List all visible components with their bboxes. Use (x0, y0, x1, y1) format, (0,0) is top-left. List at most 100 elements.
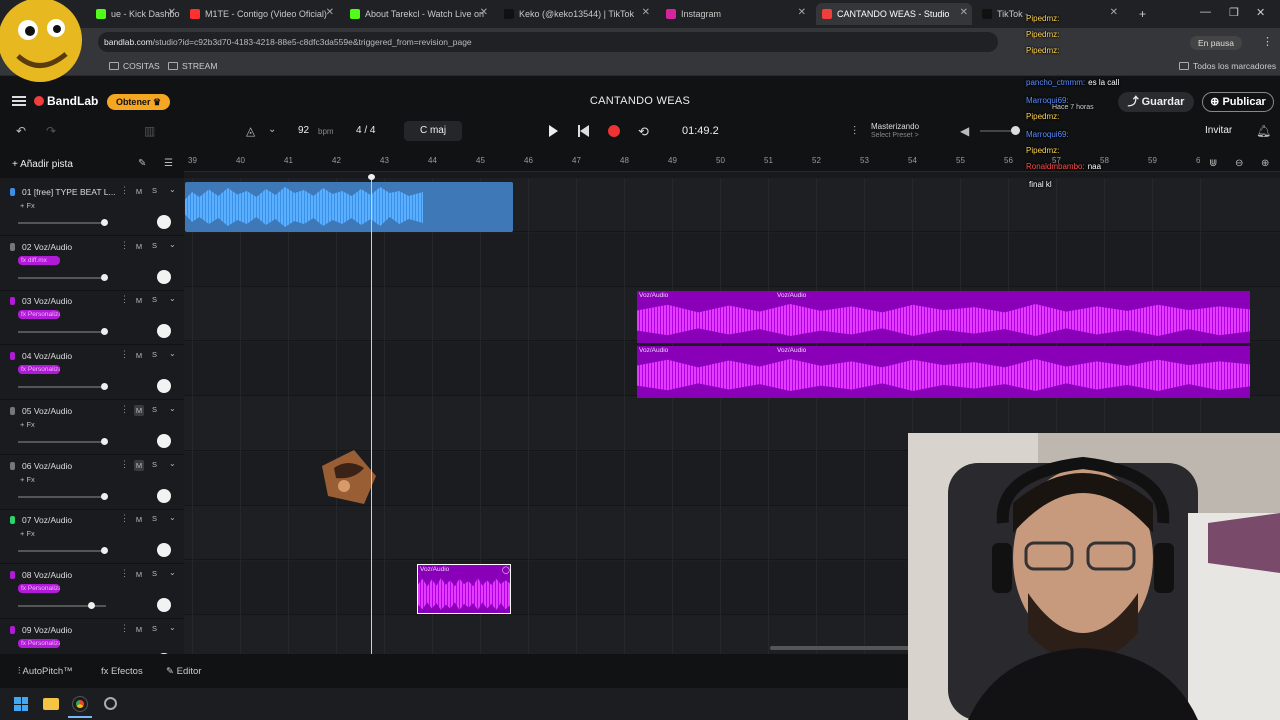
key-selector[interactable]: C maj (404, 121, 462, 141)
track-volume-knob[interactable] (101, 328, 108, 336)
chevron-down-icon[interactable]: ⌄ (169, 349, 176, 358)
track-fx-chip[interactable]: fx Personalizado (18, 638, 60, 648)
track-volume-slider[interactable] (18, 222, 106, 224)
effects-button[interactable]: fx Efectos (101, 666, 143, 677)
pan-knob[interactable] (157, 543, 171, 558)
horizontal-scrollbar[interactable] (770, 646, 910, 650)
add-track-button[interactable]: + Añadir pista (12, 159, 73, 170)
address-bar[interactable]: bandlab.com/studio?id=c92b3d70-4183-4218… (98, 32, 998, 52)
track-volume-knob[interactable] (101, 492, 108, 500)
track-options-icon[interactable]: ⋮ (120, 459, 129, 470)
track-input-icon[interactable] (10, 352, 15, 361)
bell-icon[interactable]: 🔔︎ (1256, 124, 1271, 138)
mute-button[interactable]: M (134, 514, 144, 525)
chevron-down-icon[interactable]: ⌄ (169, 185, 176, 194)
track-input-icon[interactable] (10, 461, 15, 470)
mute-button[interactable]: M (134, 404, 144, 416)
track-header[interactable]: 02 Voz/Audio fx diff.mx ⋮ M S ⌄ (0, 237, 184, 291)
mute-button[interactable]: M (134, 569, 144, 580)
playhead-handle[interactable] (368, 174, 375, 180)
maximize-icon[interactable]: ❐ (1229, 6, 1239, 19)
track-options-icon[interactable]: ⋮ (120, 513, 129, 524)
track-name[interactable]: 04 Voz/Audio (22, 351, 72, 361)
zoom-in-icon[interactable]: ⊕ (1261, 158, 1269, 169)
browser-tab[interactable]: ue - Kick Dashbo ✕ (90, 3, 180, 25)
bookmark-cositas[interactable]: COSITAS (109, 61, 160, 71)
solo-button[interactable]: S (152, 295, 157, 304)
track-options-icon[interactable]: ⋮ (120, 349, 129, 360)
track-volume-slider[interactable] (18, 276, 106, 279)
browser-tab[interactable]: M1TE - Contigo (Video Oficial) ✕ (184, 3, 338, 25)
track-fx-chip[interactable]: fx Personalizado (18, 310, 60, 320)
close-window-icon[interactable]: ✕ (1256, 6, 1265, 19)
track-options-icon[interactable]: ⋮ (120, 240, 129, 251)
track-options-icon[interactable]: ⋮ (120, 294, 129, 305)
mastering-preset[interactable]: Select Preset > (871, 132, 919, 139)
tempo-value[interactable]: 92 (298, 125, 309, 136)
solo-button[interactable]: S (152, 514, 157, 523)
obtener-button[interactable]: Obtener ♛ (107, 94, 170, 110)
mixer-icon[interactable]: ▥ (144, 124, 155, 138)
close-tab-icon[interactable]: ✕ (642, 7, 650, 18)
browser-menu-icon[interactable]: ⋮ (1262, 35, 1273, 48)
track-volume-slider[interactable] (18, 550, 106, 553)
browser-tab[interactable]: Instagram ✕ (660, 3, 810, 25)
add-fx-button[interactable]: + Fx (20, 420, 35, 429)
track-name[interactable]: 08 Voz/Audio (22, 570, 72, 580)
chevron-down-icon[interactable]: ⌄ (169, 294, 176, 303)
pan-knob[interactable] (157, 379, 171, 394)
track-name[interactable]: 02 Voz/Audio (22, 242, 72, 252)
track-name[interactable]: 01 [free] TYPE BEAT L... (22, 187, 116, 197)
chevron-down-icon[interactable]: ⌄ (169, 459, 176, 468)
track-name[interactable]: 05 Voz/Audio (22, 406, 72, 416)
track-volume-slider[interactable] (18, 495, 106, 498)
close-tab-icon[interactable]: ✕ (326, 7, 334, 18)
track-volume-knob[interactable] (101, 547, 108, 555)
mastering-label[interactable]: Masterizando (871, 122, 919, 131)
zoom-out-icon[interactable]: ⊖ (1235, 158, 1243, 169)
loop-icon[interactable]: ⟲ (638, 124, 649, 140)
chevron-down-icon[interactable]: ⌄ (169, 404, 176, 413)
track-name[interactable]: 06 Voz/Audio (22, 461, 72, 471)
mute-button[interactable]: M (134, 295, 144, 306)
chevron-down-icon[interactable]: ⌄ (169, 513, 176, 522)
track-name[interactable]: 07 Voz/Audio (22, 515, 72, 525)
solo-button[interactable]: S (152, 186, 157, 195)
track-input-icon[interactable] (10, 297, 15, 306)
track-volume-slider[interactable] (18, 386, 106, 389)
track-options-icon[interactable]: ⋮ (120, 185, 129, 196)
close-tab-icon[interactable]: ✕ (480, 7, 488, 18)
project-title[interactable]: CANTANDO WEAS (540, 95, 740, 107)
tune-icon[interactable]: ☰ (164, 158, 173, 169)
mute-button[interactable]: M (134, 350, 144, 361)
audio-clip-track-03[interactable]: Voz/Audio Voz/Audio (637, 291, 1250, 343)
browser-tab[interactable]: About Tarekcl - Watch Live on ✕ (344, 3, 492, 25)
redo-icon[interactable]: ↷ (46, 124, 56, 138)
record-icon[interactable] (608, 125, 620, 137)
solo-button[interactable]: S (152, 405, 157, 414)
track-fx-chip[interactable]: fx Personalizado (18, 583, 60, 593)
pan-knob[interactable] (157, 597, 171, 612)
track-volume-slider[interactable] (18, 440, 106, 443)
track-header[interactable]: 08 Voz/Audio fx Personalizado ⋮ MS ⌄ (0, 565, 184, 619)
windows-start-icon[interactable] (14, 697, 28, 711)
chevron-down-icon[interactable]: ⌄ (268, 124, 276, 135)
add-fx-button[interactable]: + Fx (20, 201, 35, 210)
mute-button[interactable]: M (134, 241, 144, 252)
pan-knob[interactable] (157, 488, 171, 503)
chevron-down-icon[interactable]: ⌄ (169, 623, 176, 632)
audio-clip-track-04[interactable]: Voz/Audio Voz/Audio (637, 346, 1250, 398)
track-header[interactable]: 05 Voz/Audio + Fx ⋮ M S ⌄ (0, 401, 184, 455)
master-volume-knob[interactable] (1011, 126, 1020, 135)
publish-button[interactable]: ⊕ Publicar (1202, 92, 1274, 112)
play-icon[interactable] (549, 125, 558, 137)
close-tab-icon[interactable]: ✕ (960, 7, 968, 18)
mute-button[interactable]: M (134, 624, 144, 635)
add-fx-button[interactable]: + Fx (20, 475, 35, 484)
track-volume-knob[interactable] (101, 437, 108, 445)
bandlab-logo[interactable]: BandLab (34, 94, 98, 108)
track-input-icon[interactable] (10, 242, 15, 251)
loop-clip-icon[interactable]: ◯ (502, 566, 510, 574)
track-volume-knob[interactable] (101, 273, 108, 281)
track-options-icon[interactable]: ⋮ (120, 404, 129, 415)
